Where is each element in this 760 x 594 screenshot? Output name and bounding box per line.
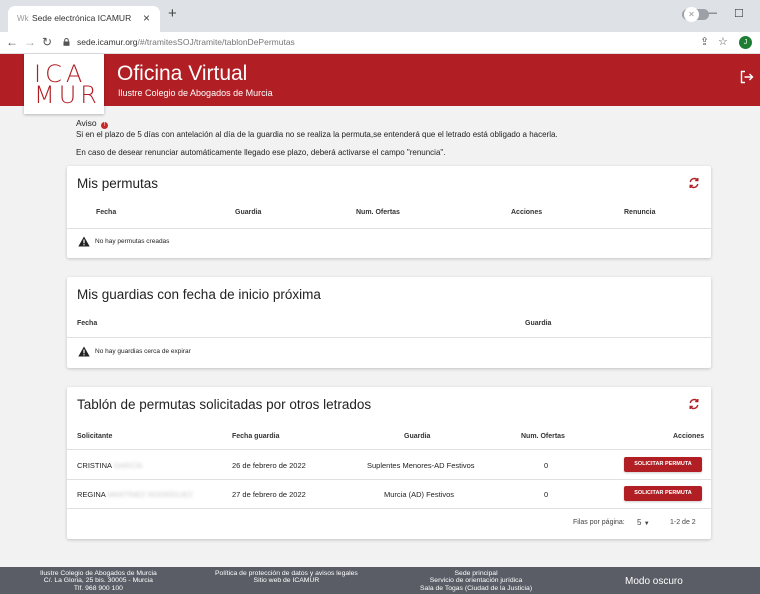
notice-title-text: Aviso (76, 118, 97, 128)
pagination-range: 1-2 de 2 (670, 519, 696, 526)
row-2-solicitante: REGINA MARTÍNEZ RODRÍGUEZ (77, 490, 193, 499)
row-1-ofertas: 0 (544, 461, 549, 470)
app-header (0, 54, 760, 106)
tablon-title: Tablón de permutas solicitadas por otros… (77, 397, 372, 412)
solicitar-permuta-button[interactable]: SOLICITAR PERMUTA (624, 486, 702, 501)
row-divider (67, 508, 711, 509)
header-divider (67, 337, 711, 338)
footer-contact: Ilustre Colegio de Abogados de Murcia C/… (40, 570, 157, 592)
row-2-guardia: Murcia (AD) Festivos (384, 490, 455, 499)
logo-bottom: MUR (34, 81, 101, 109)
warning-icon (78, 346, 90, 357)
dropdown-arrow-icon: ▼ (643, 521, 650, 527)
browser-tab-bar: Wk Sede electrónica ICAMUR × + ⌄ — ☐ (0, 0, 760, 32)
header-divider (67, 449, 711, 450)
column-header-renuncia: Renuncia (624, 209, 656, 216)
row-2-solicitante-name: REGINA (77, 490, 106, 499)
warning-icon (78, 236, 90, 247)
column-header-guardia: Guardia (525, 320, 552, 327)
privacy-policy-link[interactable]: Política de protección de datos y avisos… (215, 570, 358, 577)
info-alert-icon: ! (101, 122, 109, 129)
site-favicon-icon: Wk (17, 14, 29, 23)
row-2-fecha: 27 de febrero de 2022 (232, 490, 306, 499)
browser-tab[interactable]: Wk Sede electrónica ICAMUR × (8, 6, 160, 32)
url-path: /#/tramitesSOJ/tramite/tablonDePermutas (137, 37, 295, 47)
new-tab-icon[interactable]: + (168, 5, 177, 22)
row-divider (67, 479, 711, 480)
header-divider (67, 228, 711, 229)
close-tab-icon[interactable]: × (143, 11, 150, 25)
empty-permutas-text: No hay permutas creadas (95, 238, 170, 245)
column-header-acciones: Acciones (673, 433, 705, 440)
profile-avatar[interactable]: J (739, 36, 752, 49)
column-header-fecha-guardia: Fecha guardia (232, 433, 280, 440)
notice-line-1: Si en el plazo de 5 días con antelación … (76, 130, 558, 139)
forward-icon[interactable]: → (24, 35, 36, 49)
share-icon[interactable]: ⇪ (700, 35, 709, 48)
notice-title: Aviso ! (76, 118, 109, 129)
app-title: Oficina Virtual (117, 62, 248, 85)
column-header-num-ofertas: Num. Ofertas (356, 209, 400, 216)
footer-contact-line: Ilustre Colegio de Abogados de Murcia (40, 570, 157, 577)
footer-contact-line: C/. La Gloria, 25 bis. 30005 - Murcia (43, 577, 153, 585)
rows-per-page-label: Filas por página: (573, 519, 625, 526)
row-2-ofertas: 0 (544, 490, 549, 499)
row-1-fecha: 26 de febrero de 2022 (232, 461, 306, 470)
footer-contact-line: Tlf. 968 900 100 (73, 584, 123, 592)
refresh-icon[interactable] (688, 398, 700, 410)
column-header-acciones: Acciones (511, 209, 543, 216)
url-host: sede.icamur.org (77, 37, 138, 47)
column-header-num-ofertas: Num. Ofertas (521, 433, 565, 440)
footer-locations: Sede principal Servicio de orientación j… (420, 570, 532, 592)
column-header-guardia: Guardia (235, 209, 262, 216)
logout-icon[interactable] (740, 70, 754, 84)
mis-guardias-title: Mis guardias con fecha de inicio próxima (77, 287, 321, 302)
rows-per-page-value: 5 (637, 518, 642, 527)
row-1-solicitante: CRISTINA GARCÍA (77, 461, 142, 470)
mis-permutas-card: Mis permutas Fecha Guardia Num. Ofertas … (67, 166, 711, 258)
mis-guardias-card: Mis guardias con fecha de inicio próxima… (67, 277, 711, 368)
tablon-permutas-card: Tablón de permutas solicitadas por otros… (67, 387, 711, 539)
toggle-off-icon[interactable]: ✕ (684, 7, 699, 22)
url-field[interactable]: sede.icamur.org/#/tramitesSOJ/tramite/ta… (77, 37, 295, 47)
bookmark-star-icon[interactable]: ☆ (718, 35, 728, 48)
icamur-logo[interactable]: ICA MUR (24, 54, 104, 114)
app-subtitle: Ilustre Colegio de Abogados de Murcia (118, 88, 273, 98)
lock-icon[interactable] (63, 38, 70, 46)
row-1-solicitante-name: CRISTINA (77, 461, 112, 470)
column-header-guardia: Guardia (404, 433, 431, 440)
row-2-solicitante-hidden: MARTÍNEZ RODRÍGUEZ (107, 490, 193, 499)
browser-tab-title: Sede electrónica ICAMUR (32, 13, 132, 23)
sala-togas-link[interactable]: Sala de Togas (Ciudad de la Justicia) (420, 585, 532, 592)
rows-per-page-select[interactable]: 5 ▼ (637, 518, 650, 527)
reload-icon[interactable]: ↻ (42, 35, 52, 49)
orientacion-juridica-link[interactable]: Servicio de orientación jurídica (420, 577, 532, 584)
mis-permutas-title: Mis permutas (77, 176, 159, 191)
solicitar-permuta-button[interactable]: SOLICITAR PERMUTA (624, 457, 702, 472)
back-icon[interactable]: ← (6, 35, 18, 49)
maximize-icon[interactable]: ☐ (734, 7, 744, 20)
empty-guardias-text: No hay guardias cerca de expirar (95, 348, 191, 355)
address-bar: ← → ↻ sede.icamur.org/#/tramitesSOJ/tram… (0, 32, 760, 54)
row-1-solicitante-hidden: GARCÍA (113, 461, 143, 470)
dark-mode-label: Modo oscuro (625, 576, 683, 587)
refresh-icon[interactable] (688, 177, 700, 189)
row-1-guardia: Suplentes Menores-AD Festivos (367, 461, 475, 470)
notice-line-2: En caso de desear renunciar automáticame… (76, 148, 446, 157)
footer-legal: Política de protección de datos y avisos… (215, 570, 358, 585)
column-header-solicitante: Solicitante (77, 433, 113, 440)
sede-principal-link[interactable]: Sede principal (420, 570, 532, 577)
column-header-fecha: Fecha (96, 209, 117, 216)
footer: Ilustre Colegio de Abogados de Murcia C/… (0, 567, 760, 594)
column-header-fecha: Fecha (77, 320, 98, 327)
icamur-website-link[interactable]: Sitio web de ICAMUR (215, 577, 358, 584)
